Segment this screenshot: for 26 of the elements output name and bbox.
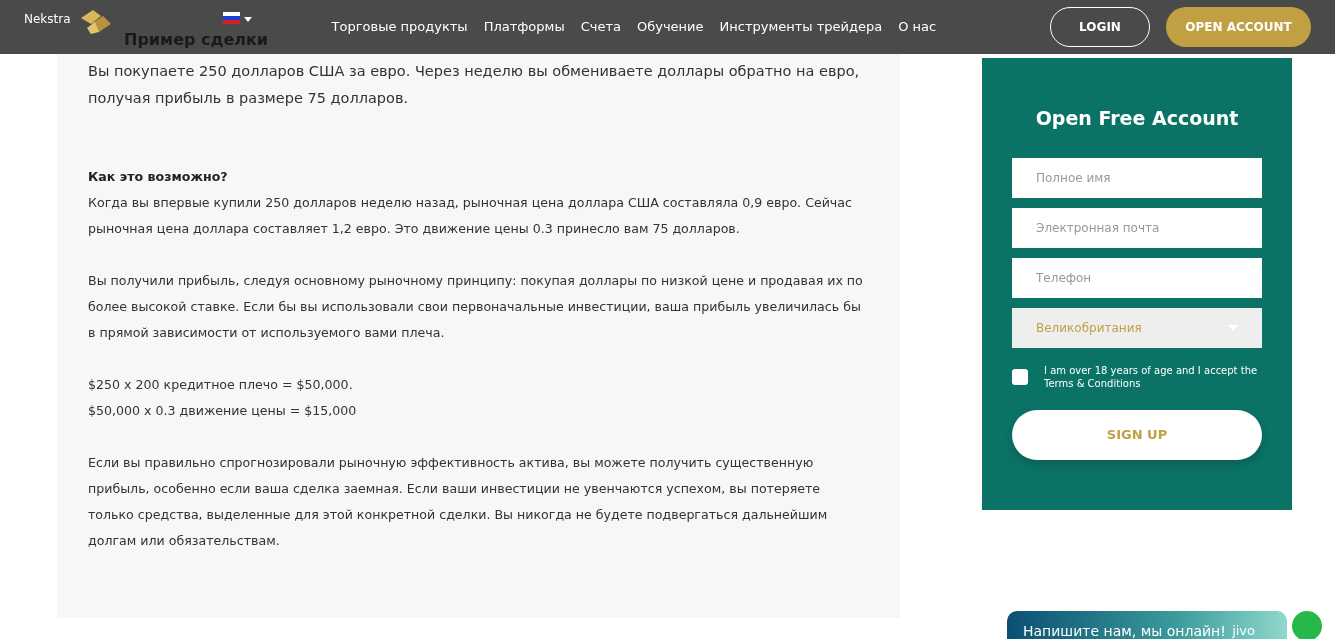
nav-link[interactable]: Платформы (483, 17, 565, 37)
nav-link[interactable]: Счета (580, 17, 621, 37)
input-field[interactable]: Полное имя (1012, 157, 1262, 198)
nav-link[interactable]: Торговые продукты (331, 17, 468, 37)
chat-widget[interactable]: Напишите нам, мы онлайн! jivo (1007, 611, 1287, 639)
flag-icon[interactable] (222, 12, 240, 24)
paragraph: Вы получили прибыль, следуя основному рыночному принципу: покупая доллары по низкой цене и продавая их по более высокой ставке. Если бы вы использовали свои первоначальные инвестиции, ваша прибыль увеличилась бы в прямой зависимости от используемого вами плеча. (88, 272, 864, 342)
caret-icon[interactable] (243, 16, 252, 22)
brand-name[interactable]: Nekstra (24, 10, 71, 28)
nav-link[interactable]: Обучение (636, 17, 704, 37)
paragraph: Если вы правильно спрогнозировали рыночную эффективность актива, вы можете получить существенную прибыль, особенно если ваша сделка заемная. Если ваши инвестиции не увенчаются успехом, вы потеряете только средства, выделенные для этой конкретной сделки. Вы никогда не будете подвергаться дальнейшим долгам или обязательствам. (88, 454, 829, 550)
nav-link[interactable]: О нас (898, 17, 937, 37)
paragraph: Когда вы впервые купили 250 долларов неделю назад, рыночная цена доллара США составляла 0,9 евро. Сейчас рыночная цена доллара составляет 1,2 евро. Это движение цены 0.3 принесло вам 75 долларов. (88, 194, 853, 238)
input-field[interactable]: Телефон (1012, 257, 1262, 298)
paragraph: $50,000 x 0.3 движение цены = $15,000 (88, 402, 358, 420)
consent-label: I am over 18 years of age and I accept the Terms & Conditions (1044, 363, 1259, 390)
chat-status-icon (1292, 611, 1322, 639)
subheading: Как это возможно? (88, 168, 229, 186)
lead-paragraph: Вы покупаете 250 долларов США за евро. Через неделю вы обмениваете доллары обратно на евро, получая прибыль в размере 75 долларов. (88, 62, 861, 108)
text-line: $250 x 200 кредитное плечо = $50,000. (88, 376, 354, 394)
nav-link[interactable]: Инструменты трейдера (719, 17, 883, 37)
chat-text: Напишите нам, мы онлайн! (1023, 622, 1226, 639)
form-title: Open Free Account (1034, 106, 1240, 131)
chat-brand: jivo (1232, 622, 1255, 639)
checkbox[interactable] (1012, 368, 1028, 385)
input-field[interactable]: Электронная почта (1012, 207, 1262, 248)
